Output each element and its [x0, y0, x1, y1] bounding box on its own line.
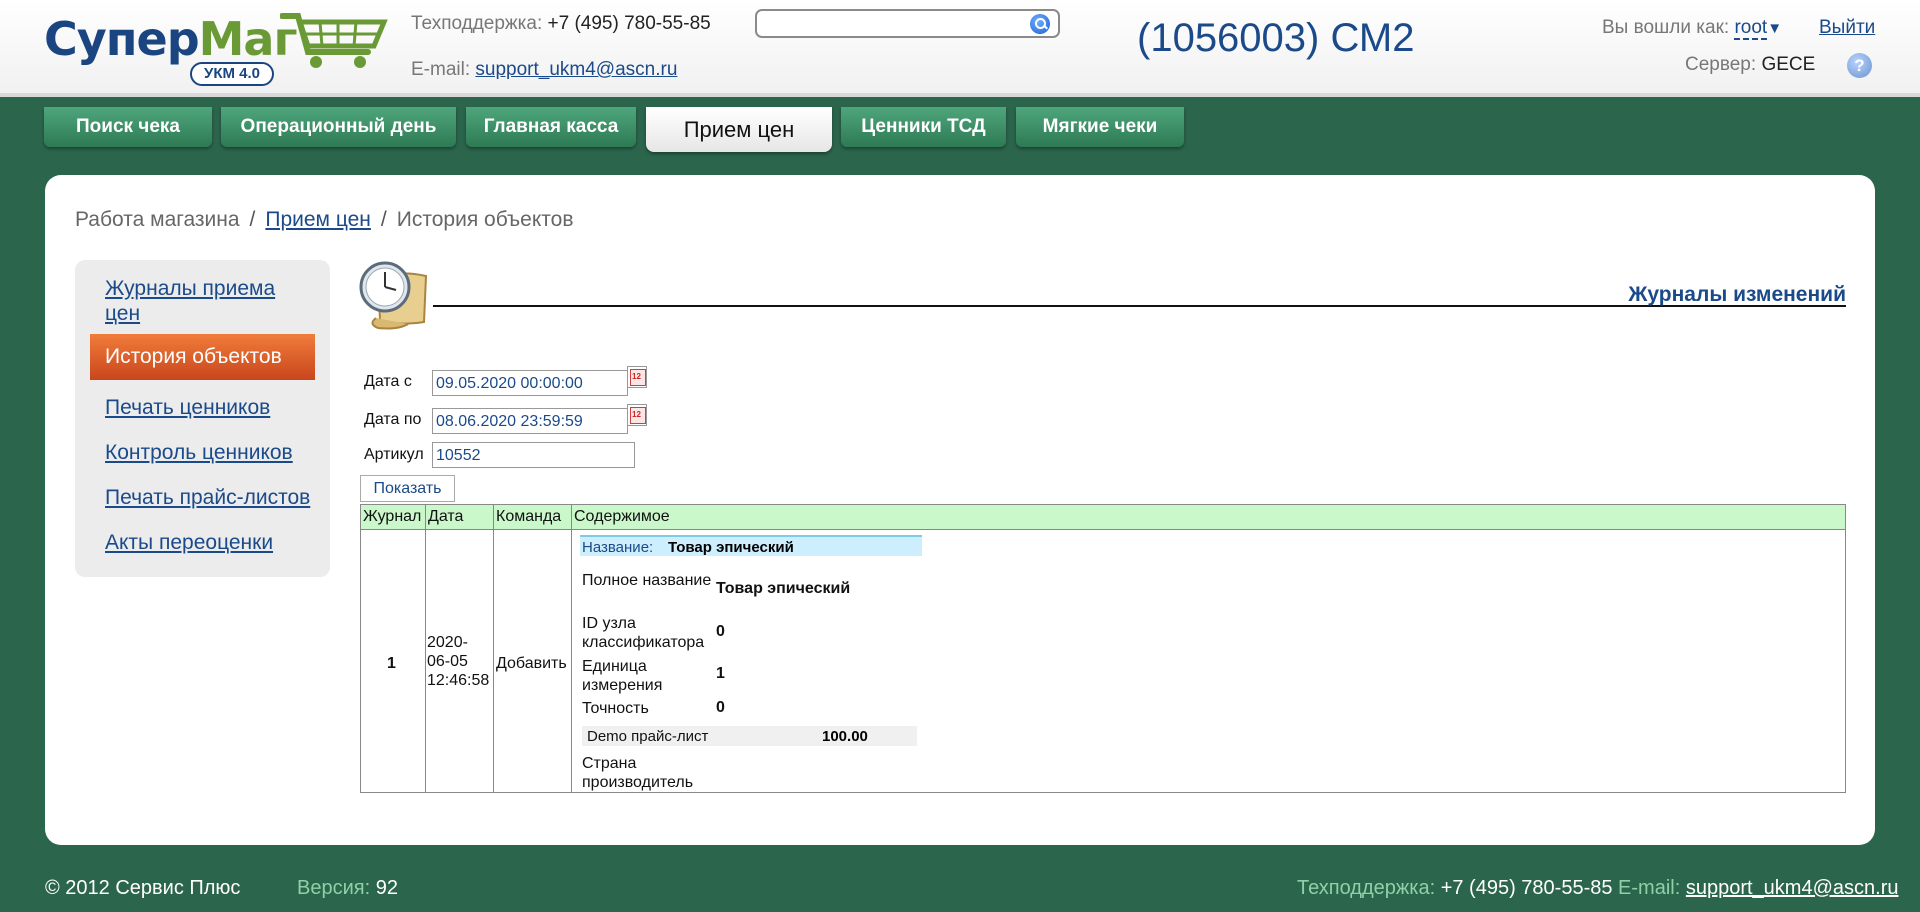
tab-receipt-search[interactable]: Поиск чека — [44, 107, 212, 147]
sidebar-item-print-price-lists[interactable]: Печать прайс-листов — [105, 485, 310, 510]
footer-support-phone: +7 (495) 780-55-85 — [1440, 877, 1613, 899]
sidebar-item-price-journals[interactable]: Журналы приема цен — [105, 276, 295, 326]
price-list-value: 100.00 — [822, 728, 868, 745]
date-from-label: Дата с — [364, 373, 412, 390]
sidebar-item-revaluation-acts[interactable]: Акты переоценки — [105, 530, 273, 555]
logo-main: Супер — [44, 12, 200, 66]
show-button[interactable]: Показать — [360, 475, 455, 502]
footer-version: Версия: 92 — [297, 877, 398, 900]
cell-date: 2020- 06-05 12:46:58 — [427, 633, 497, 690]
sidebar-item-object-history[interactable]: История объектов — [90, 334, 315, 380]
prop-value: 1 — [716, 665, 725, 682]
server-label: Сервер: — [1685, 54, 1757, 75]
footer-email-link[interactable]: support_ukm4@ascn.ru — [1686, 877, 1899, 899]
server-info: Сервер: GECE — [1685, 54, 1815, 76]
sidebar-item-tag-control[interactable]: Контроль ценников — [105, 440, 293, 465]
calendar-icon[interactable] — [627, 366, 647, 388]
header-date: Дата — [428, 508, 464, 525]
name-label: Название: — [582, 539, 654, 556]
cell-journal: 1 — [387, 655, 396, 672]
logo[interactable]: СуперМаг УКМ 4.0 — [44, 12, 388, 90]
header-content: Содержимое — [574, 508, 670, 525]
username-dropdown[interactable]: root — [1734, 17, 1768, 40]
header-email: E-mail: support_ukm4@ascn.ru — [411, 59, 677, 81]
prop-label: Полное название — [582, 572, 712, 589]
support-phone: +7 (495) 780-55-85 — [547, 13, 711, 34]
header-journal: Журнал — [363, 508, 422, 525]
price-list-label: Demo прайс-лист — [587, 728, 709, 745]
sidebar-item-print-tags[interactable]: Печать ценников — [105, 395, 270, 420]
prop-label: ID узла классификатора — [582, 615, 705, 651]
shopping-cart-icon — [280, 13, 388, 68]
cell-date-line: 2020- — [427, 634, 468, 651]
user-info: Вы вошли как: root▼ — [1602, 17, 1782, 40]
footer-support-label: Техподдержка: — [1297, 877, 1436, 899]
history-table: Журнал Дата Команда Содержимое 1 2020- 0… — [360, 504, 1846, 793]
clock-scroll-icon — [359, 261, 428, 330]
breadcrumb-current: История объектов — [396, 208, 574, 231]
prop-label: Страна производитель — [582, 755, 694, 791]
footer-support: Техподдержка: +7 (495) 780-55-85 E-mail:… — [1297, 877, 1898, 900]
prop-value: Товар эпический — [716, 580, 851, 597]
header-support: Техподдержка: +7 (495) 780-55-85 — [411, 13, 711, 35]
tab-operational-day[interactable]: Операционный день — [221, 107, 456, 147]
name-row: Название: Товар эпический — [580, 535, 922, 556]
logo-text: СуперМаг — [44, 12, 298, 66]
article-input[interactable]: 10552 — [432, 442, 635, 468]
column-divider — [571, 505, 572, 792]
tab-main-cash[interactable]: Главная касса — [466, 107, 636, 147]
email-label: E-mail: — [411, 59, 471, 80]
version-value: 92 — [375, 877, 398, 899]
price-list-row: Demo прайс-лист 100.00 — [582, 726, 917, 746]
sidebar: Журналы приема цен История объектов Печа… — [75, 260, 330, 577]
breadcrumb-root: Работа магазина — [75, 208, 240, 231]
search-input[interactable] — [755, 9, 1060, 38]
calendar-icon[interactable] — [627, 404, 647, 426]
breadcrumb-separator: / — [249, 208, 256, 231]
prop-value: 0 — [716, 623, 725, 640]
breadcrumb: Работа магазина / Прием цен / История объект… — [75, 208, 573, 232]
content-card: Работа магазина / Прием цен / История объект… — [45, 175, 1875, 845]
breadcrumb-separator: / — [380, 208, 387, 231]
help-icon[interactable]: ? — [1847, 53, 1872, 78]
search-icon[interactable] — [1030, 14, 1050, 34]
prop-label: Точность — [582, 700, 649, 717]
date-to-input[interactable]: 08.06.2020 23:59:59 — [432, 408, 628, 434]
chevron-down-icon[interactable]: ▼ — [1767, 20, 1782, 37]
server-value: GECE — [1761, 54, 1816, 75]
support-label: Техподдержка: — [411, 13, 543, 34]
breadcrumb-section[interactable]: Прием цен — [265, 208, 371, 231]
cell-date-line: 12:46:58 — [427, 672, 490, 689]
header-command: Команда — [496, 508, 562, 525]
date-to-label: Дата по — [364, 411, 422, 428]
header: СуперМаг УКМ 4.0 Техподдержка: +7 (495) … — [0, 0, 1920, 97]
footer-email-label: E-mail: — [1618, 877, 1681, 899]
column-divider — [425, 505, 426, 792]
tab-tsd-tags[interactable]: Ценники ТСД — [841, 107, 1006, 147]
logo-badge: УКМ 4.0 — [190, 62, 274, 86]
article-label: Артикул — [364, 446, 424, 463]
version-label: Версия: — [297, 877, 371, 899]
cell-command: Добавить — [496, 655, 567, 672]
date-from-input[interactable]: 09.05.2020 00:00:00 — [432, 370, 628, 396]
footer-copyright: © 2012 Сервис Плюс — [45, 877, 241, 899]
name-value: Товар эпический — [668, 539, 794, 556]
prop-label: Единица измерения — [582, 658, 663, 694]
tab-soft-receipts[interactable]: Мягкие чеки — [1016, 107, 1184, 147]
email-link[interactable]: support_ukm4@ascn.ru — [475, 59, 677, 80]
logged-in-label: Вы вошли как: — [1602, 17, 1730, 38]
store-name: (1056003) СМ2 — [1137, 16, 1415, 60]
prop-value: 0 — [716, 699, 725, 716]
tab-price-receive[interactable]: Прием цен — [646, 107, 832, 152]
page-title: Журналы изменений — [433, 283, 1846, 307]
cell-date-line: 06-05 — [427, 653, 468, 670]
logout-link[interactable]: Выйти — [1819, 17, 1875, 39]
